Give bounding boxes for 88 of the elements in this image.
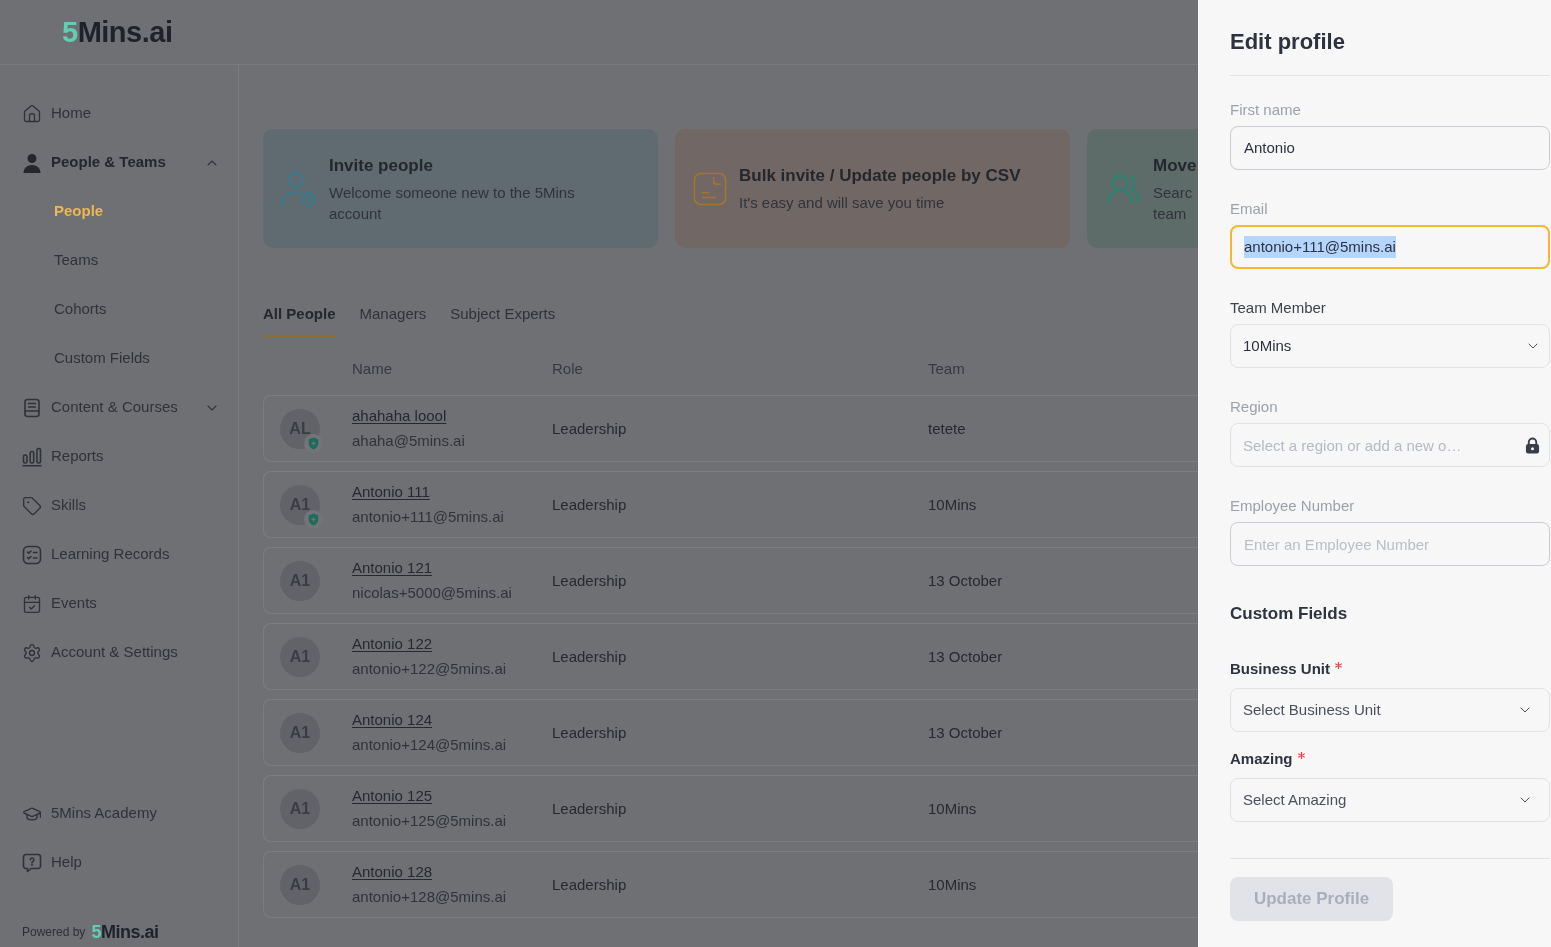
checklist-icon: [22, 544, 42, 565]
settings-icon: [22, 642, 42, 663]
powered-by-logo: 5Mins.ai: [91, 920, 159, 944]
field-label: Team Member: [1230, 298, 1326, 318]
card-description: Welcome someone new to the 5Mins account: [329, 182, 576, 224]
card-title: Invite people: [329, 154, 433, 177]
role-cell: Leadership: [552, 571, 627, 589]
role-cell: Leadership: [552, 875, 627, 893]
text-field[interactable]: Antonio: [1230, 126, 1550, 170]
person-email: antonio+111@5mins.ai: [352, 507, 504, 527]
tab[interactable]: All People: [263, 298, 336, 337]
sidebar-item[interactable]: Reports: [0, 432, 238, 481]
logo: 5Mins.ai: [62, 17, 173, 47]
person-email: antonio+122@5mins.ai: [352, 659, 507, 679]
field-label: Amazing: [1230, 749, 1293, 769]
panel-title: Edit profile: [1230, 28, 1345, 56]
field-label: Business Unit: [1230, 659, 1331, 679]
role-cell: Leadership: [552, 799, 627, 817]
notebook-icon: [22, 397, 42, 418]
team-cell: 13 October: [928, 723, 1003, 741]
person-name-link[interactable]: Antonio 122: [352, 633, 433, 655]
card-title: Move: [1153, 154, 1197, 177]
sidebar-item[interactable]: Content & Courses: [0, 383, 238, 432]
team-cell: 13 October: [928, 571, 1003, 589]
person-name-link[interactable]: Antonio 128: [352, 861, 433, 883]
sidebar-subitem[interactable]: Cohorts: [0, 285, 238, 334]
select-field[interactable]: 10Mins: [1230, 324, 1550, 368]
person-email: ahaha@5mins.ai: [352, 431, 465, 451]
card-title: Bulk invite / Update people by CSV: [739, 165, 1021, 187]
select-field[interactable]: Select Business Unit: [1230, 688, 1550, 732]
person-name-link[interactable]: Antonio 125: [352, 785, 433, 807]
sidebar-item[interactable]: Home: [0, 89, 238, 138]
team-cell: 10Mins: [928, 875, 977, 893]
role-cell: Leadership: [552, 723, 627, 741]
help-icon: [22, 852, 42, 873]
tab[interactable]: Managers: [359, 298, 427, 337]
home-icon: [22, 103, 42, 124]
team-cell: tetete: [928, 419, 966, 437]
bar-chart-icon: [22, 446, 42, 467]
calendar-icon: [22, 593, 42, 614]
tab[interactable]: Subject Experts: [450, 298, 556, 337]
card-description: It's easy and will save you time: [739, 193, 945, 213]
sidebar-item[interactable]: People & Teams: [0, 138, 238, 187]
person-name-link[interactable]: ahahaha loool: [352, 405, 447, 427]
card-description: Searc team: [1153, 182, 1194, 224]
person-email: nicolas+5000@5mins.ai: [352, 583, 512, 603]
person-name-link[interactable]: Antonio 111: [352, 481, 430, 503]
section-heading: Custom Fields: [1230, 603, 1348, 625]
field-label: Employee Number: [1230, 496, 1355, 516]
sidebar-item[interactable]: Help: [0, 838, 238, 887]
text-field[interactable]: Enter an Employee Number: [1230, 522, 1550, 566]
sidebar-subitem[interactable]: Custom Fields: [0, 334, 238, 383]
select-field[interactable]: Select Amazing: [1230, 778, 1550, 822]
action-card[interactable]: Invite people Welcome someone new to the 5Mins account: [263, 129, 658, 248]
role-cell: Leadership: [552, 419, 627, 437]
column-header: Name: [352, 360, 392, 377]
person-name-link[interactable]: Antonio 124: [352, 709, 433, 731]
document-icon: [693, 171, 727, 206]
field-label: Region: [1230, 397, 1278, 417]
sidebar-item[interactable]: Learning Records: [0, 530, 238, 579]
person-email: antonio+124@5mins.ai: [352, 735, 507, 755]
role-cell: Leadership: [552, 647, 627, 665]
team-cell: 13 October: [928, 647, 1003, 665]
sidebar-item[interactable]: Events: [0, 579, 238, 628]
sidebar-item[interactable]: 5Mins Academy: [0, 789, 238, 838]
text-field[interactable]: antonio+111@5mins.ai: [1230, 225, 1550, 269]
column-header: Team: [928, 360, 965, 377]
region-field[interactable]: Select a region or add a new o…: [1230, 423, 1550, 467]
user-plus-icon: [281, 170, 317, 207]
person-email: antonio+125@5mins.ai: [352, 811, 507, 831]
powered-by-text: Powered by: [22, 924, 86, 941]
sidebar-item[interactable]: Skills: [0, 481, 238, 530]
team-cell: 10Mins: [928, 495, 977, 513]
action-card[interactable]: Move Searc team: [1087, 129, 1198, 248]
field-label: First name: [1230, 100, 1301, 120]
action-card[interactable]: Bulk invite / Update people by CSV It's easy and will save you time: [675, 129, 1070, 248]
sidebar-item[interactable]: Account & Settings: [0, 628, 238, 677]
person-email: antonio+128@5mins.ai: [352, 887, 507, 907]
sidebar-subitem[interactable]: People: [0, 187, 238, 236]
lock-icon: [1525, 437, 1540, 454]
field-label: Email: [1230, 199, 1268, 219]
person-name-link[interactable]: Antonio 121: [352, 557, 433, 579]
role-cell: Leadership: [552, 495, 627, 513]
person-icon: [22, 152, 42, 173]
sidebar-subitem[interactable]: Teams: [0, 236, 238, 285]
team-cell: 10Mins: [928, 799, 977, 817]
tag-icon: [22, 495, 42, 516]
column-header: Role: [552, 360, 583, 377]
